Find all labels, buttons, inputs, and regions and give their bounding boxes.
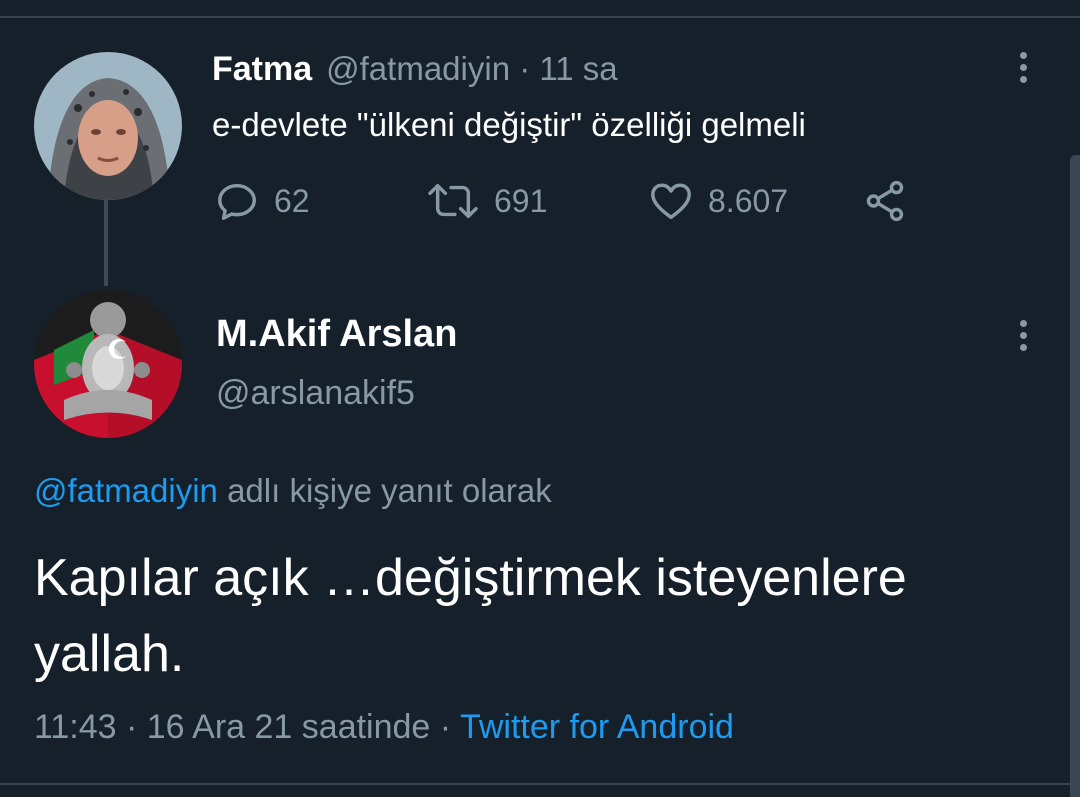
like-count: 8.607 [708, 182, 789, 219]
reply-button[interactable]: 62 [214, 178, 310, 224]
more-options-icon[interactable] [1020, 52, 1030, 88]
reply-to-suffix: adlı kişiye yanıt olarak [217, 472, 552, 509]
retweet-count: 691 [494, 182, 548, 219]
reply-author-name[interactable]: M.Akif Arslan [216, 313, 457, 356]
retweet-button[interactable]: 691 [426, 178, 547, 224]
reply-author-handle[interactable]: @arslanakif5 [216, 374, 415, 413]
original-author-name[interactable]: Fatma [212, 50, 312, 89]
fatma-avatar[interactable] [34, 52, 182, 200]
retweet-icon [428, 183, 478, 219]
reply-count: 62 [274, 182, 310, 219]
share-button[interactable] [862, 178, 908, 224]
replying-to-line: @fatmadiyin adlı kişiye yanıt olarak [34, 472, 552, 510]
tweet-source-link[interactable]: Twitter for Android [460, 708, 734, 746]
bottom-divider [0, 783, 1080, 785]
scrollbar[interactable] [1070, 155, 1080, 797]
more-options-icon[interactable] [1020, 320, 1030, 356]
akif-avatar[interactable] [34, 290, 182, 438]
original-tweet-header: Fatma @fatmadiyin · 11 sa [212, 50, 618, 89]
share-icon [866, 180, 904, 222]
like-icon [651, 183, 691, 220]
reply-to-mention-link[interactable]: @fatmadiyin [34, 472, 218, 509]
top-divider [0, 16, 1080, 18]
reply-icon [218, 183, 256, 220]
original-tweet-text: e-devlete "ülkeni değiştir" özelliği gel… [212, 106, 806, 143]
thread-line [104, 200, 108, 286]
tweet-timestamp[interactable]: 11:43 · 16 Ara 21 saatinde · [34, 708, 460, 746]
reply-tweet-text: Kapılar açık …değiştirmek isteyenlere ya… [34, 549, 907, 683]
tweet-meta: 11:43 · 16 Ara 21 saatinde · Twitter for… [34, 708, 734, 747]
like-button[interactable]: 8.607 [648, 178, 788, 224]
original-author-handle-time[interactable]: @fatmadiyin · 11 sa [326, 50, 618, 88]
